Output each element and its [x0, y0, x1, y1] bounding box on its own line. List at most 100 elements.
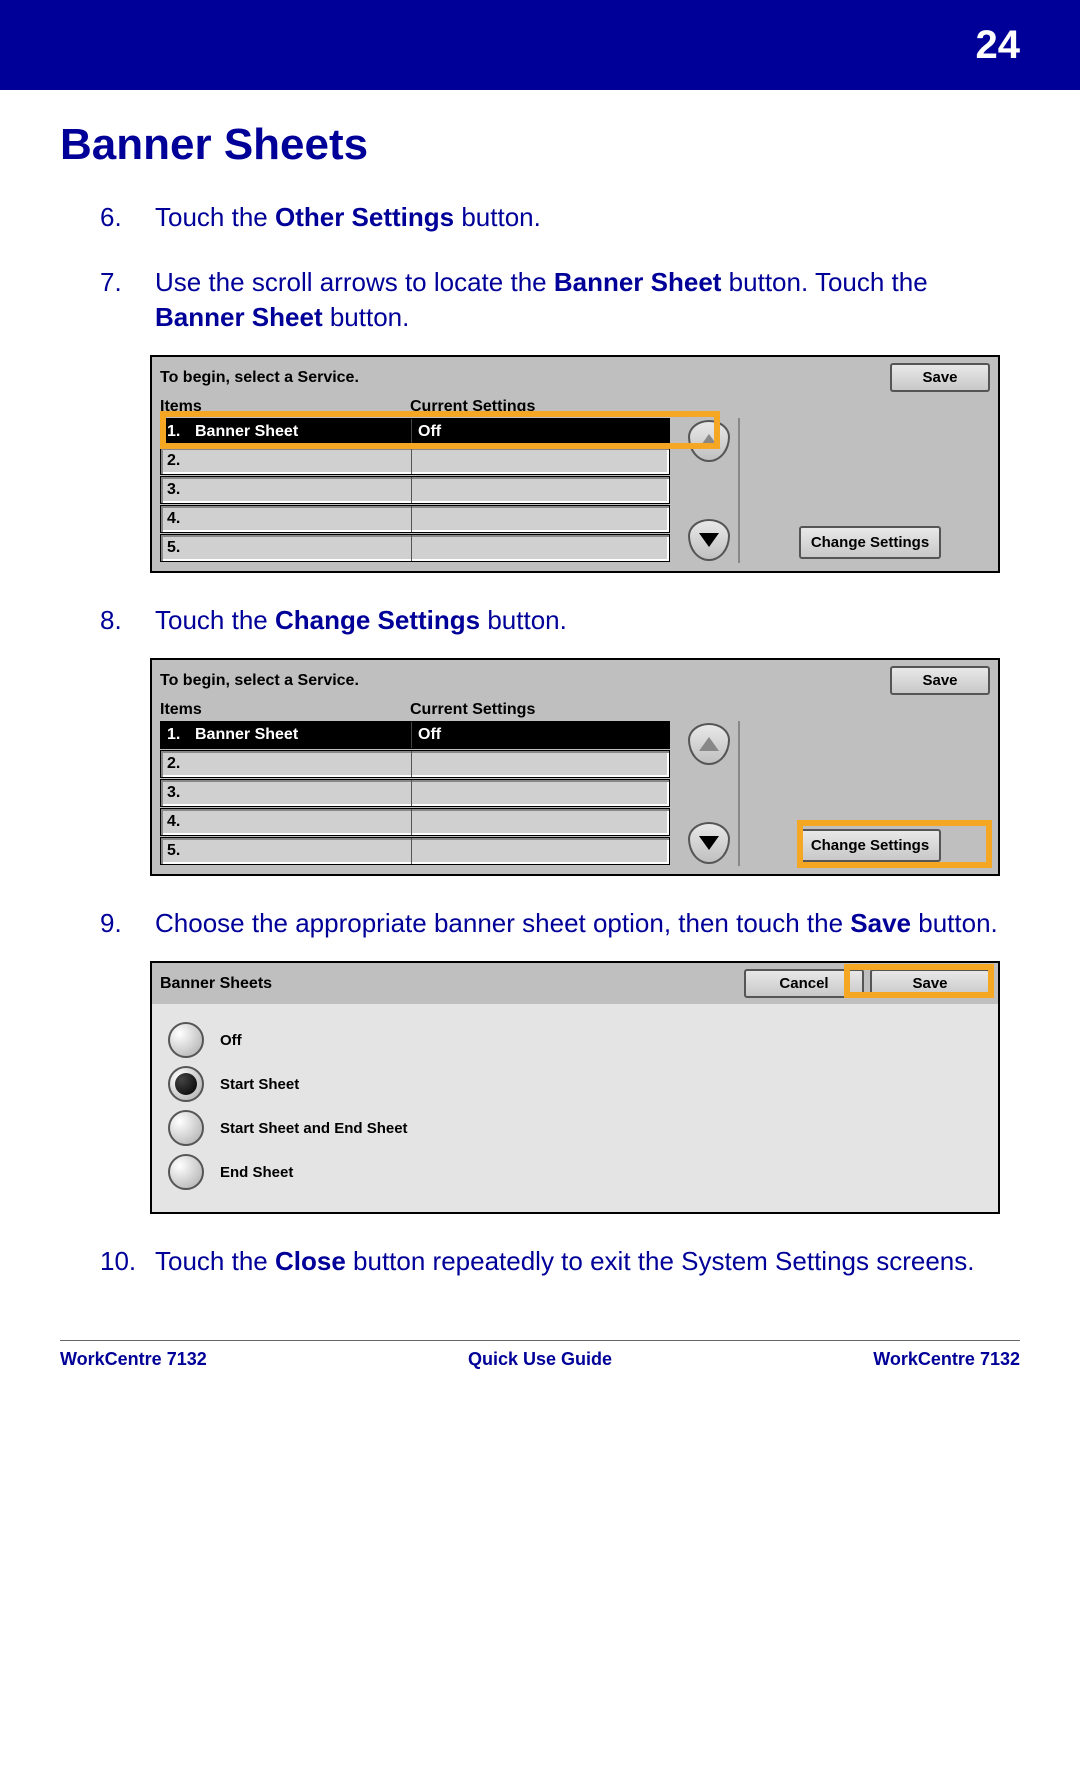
column-headers: Items Current Settings — [152, 396, 998, 418]
row-num: 1. — [161, 726, 191, 744]
step-9: 9. Choose the appropriate banner sheet o… — [100, 906, 1020, 941]
table-row[interactable]: 3. — [160, 779, 670, 807]
step-number: 9. — [100, 906, 155, 941]
column-headers: Items Current Settings — [152, 699, 998, 721]
text: button. — [911, 908, 998, 938]
step-number: 6. — [100, 200, 155, 235]
row-name: Banner Sheet — [191, 423, 411, 441]
screenshot-panel-3: Banner Sheets Cancel Save Off Start Shee… — [150, 961, 1000, 1214]
text: Choose the appropriate banner sheet opti… — [155, 908, 850, 938]
footer: WorkCentre 7132 Quick Use Guide WorkCent… — [0, 1349, 1080, 1410]
option-label: Start Sheet and End Sheet — [220, 1120, 408, 1137]
text: Touch the — [155, 202, 275, 232]
right-column: Change Settings — [750, 418, 990, 563]
change-settings-button[interactable]: Change Settings — [799, 829, 941, 862]
step-10: 10. Touch the Close button repeatedly to… — [100, 1244, 1020, 1279]
right-column: Change Settings — [750, 721, 990, 866]
page-content: Banner Sheets 6. Touch the Other Setting… — [0, 90, 1080, 1320]
option-label: End Sheet — [220, 1164, 293, 1181]
step-text: Touch the Change Settings button. — [155, 603, 567, 638]
option-start-sheet[interactable]: Start Sheet — [168, 1066, 982, 1102]
save-button[interactable]: Save — [870, 969, 990, 998]
list-area: 1. Banner Sheet Off 2. 3. 4. 5. Change S… — [152, 418, 998, 571]
row-num: 5. — [161, 842, 191, 860]
row-num: 2. — [161, 755, 191, 773]
row-val — [411, 477, 611, 503]
option-start-end-sheet[interactable]: Start Sheet and End Sheet — [168, 1110, 982, 1146]
save-button[interactable]: Save — [890, 666, 990, 695]
row-num: 3. — [161, 784, 191, 802]
prompt-text: To begin, select a Service. — [160, 369, 890, 387]
radio-icon — [168, 1022, 204, 1058]
change-settings-button[interactable]: Change Settings — [799, 526, 941, 559]
row-val: Off — [411, 722, 611, 748]
row-val — [411, 751, 611, 777]
text: button. Touch the — [721, 267, 927, 297]
items-header: Items — [160, 398, 410, 416]
bold-text: Change Settings — [275, 605, 480, 635]
step-8: 8. Touch the Change Settings button. — [100, 603, 1020, 638]
text: button. — [323, 302, 410, 332]
bold-text: Other Settings — [275, 202, 454, 232]
step-number: 7. — [100, 265, 155, 335]
arrow-down-icon[interactable] — [688, 519, 730, 561]
row-val — [411, 838, 611, 864]
table-row[interactable]: 4. — [160, 505, 670, 533]
rows: 1. Banner Sheet Off 2. 3. 4. 5. — [160, 721, 670, 866]
panel-header: To begin, select a Service. Save — [152, 660, 998, 699]
radio-icon — [168, 1110, 204, 1146]
text: Touch the — [155, 1246, 275, 1276]
text: button repeatedly to exit the System Set… — [346, 1246, 975, 1276]
row-val — [411, 780, 611, 806]
radio-icon — [168, 1066, 204, 1102]
save-button[interactable]: Save — [890, 363, 990, 392]
header-bar: 24 — [0, 0, 1080, 90]
page-title: Banner Sheets — [60, 120, 1020, 170]
bold-text: Banner Sheet — [554, 267, 722, 297]
step-text: Touch the Close button repeatedly to exi… — [155, 1244, 974, 1279]
list-area: 1. Banner Sheet Off 2. 3. 4. 5. Change S… — [152, 721, 998, 874]
scroll-arrows — [680, 418, 740, 563]
arrow-up-icon[interactable] — [688, 723, 730, 765]
row-val — [411, 506, 611, 532]
table-row[interactable]: 3. — [160, 476, 670, 504]
table-row[interactable]: 5. — [160, 534, 670, 562]
step-number: 10. — [100, 1244, 155, 1279]
arrow-up-icon[interactable] — [688, 420, 730, 462]
row-num: 4. — [161, 813, 191, 831]
footer-divider — [60, 1340, 1020, 1341]
row-num: 2. — [161, 452, 191, 470]
text: button. — [480, 605, 567, 635]
table-row[interactable]: 5. — [160, 837, 670, 865]
table-row[interactable]: 4. — [160, 808, 670, 836]
step-text: Choose the appropriate banner sheet opti… — [155, 906, 998, 941]
table-row[interactable]: 1. Banner Sheet Off — [160, 721, 670, 749]
option-off[interactable]: Off — [168, 1022, 982, 1058]
row-val — [411, 809, 611, 835]
cancel-button[interactable]: Cancel — [744, 969, 864, 998]
bold-text: Save — [850, 908, 911, 938]
step-6: 6. Touch the Other Settings button. — [100, 200, 1020, 235]
option-end-sheet[interactable]: End Sheet — [168, 1154, 982, 1190]
row-num: 4. — [161, 510, 191, 528]
bold-text: Close — [275, 1246, 346, 1276]
step-text: Touch the Other Settings button. — [155, 200, 541, 235]
row-num: 5. — [161, 539, 191, 557]
row-num: 3. — [161, 481, 191, 499]
screenshot-panel-1: To begin, select a Service. Save Items C… — [150, 355, 1000, 573]
page-number: 24 — [976, 23, 1021, 68]
row-val — [411, 448, 611, 474]
bold-text: Banner Sheet — [155, 302, 323, 332]
step-7: 7. Use the scroll arrows to locate the B… — [100, 265, 1020, 335]
items-header: Items — [160, 701, 410, 719]
text: Use the scroll arrows to locate the — [155, 267, 554, 297]
arrow-down-icon[interactable] — [688, 822, 730, 864]
row-num: 1. — [161, 423, 191, 441]
option-label: Off — [220, 1032, 242, 1049]
step-number: 8. — [100, 603, 155, 638]
panel-header: To begin, select a Service. Save — [152, 357, 998, 396]
table-row[interactable]: 2. — [160, 750, 670, 778]
panel3-title: Banner Sheets — [160, 975, 744, 993]
table-row[interactable]: 2. — [160, 447, 670, 475]
table-row[interactable]: 1. Banner Sheet Off — [160, 418, 670, 446]
